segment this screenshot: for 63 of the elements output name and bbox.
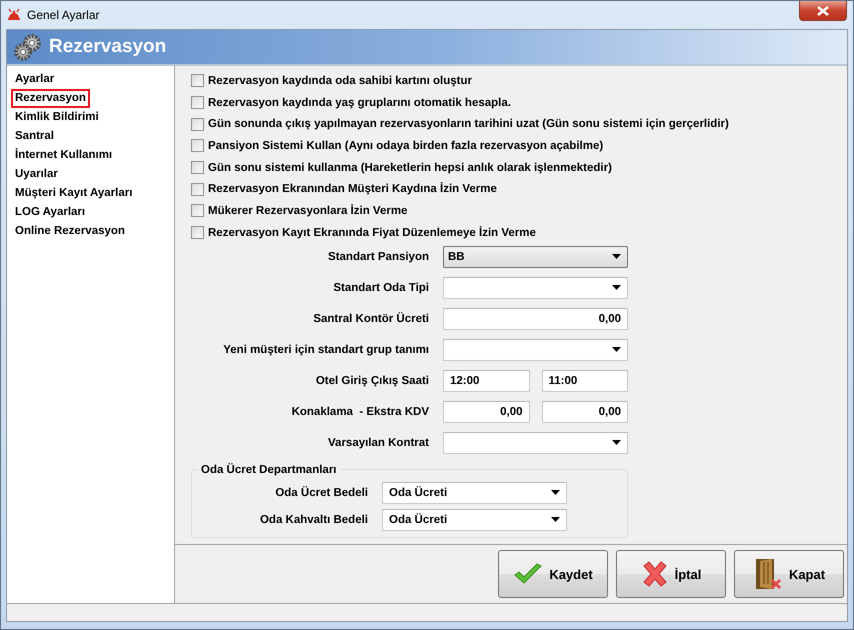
field-label: Otel Giriş Çıkış Saati bbox=[314, 374, 429, 386]
dropdown-arrow-icon[interactable] bbox=[612, 347, 621, 352]
checkbox-label: Gün sonu sistemi kullanma (Hareketlerin hepsi anlık olarak işlenmektedir) bbox=[208, 162, 612, 174]
field-label: Oda Ücret Bedeli bbox=[274, 486, 368, 498]
dropdown-arrow-icon[interactable] bbox=[612, 440, 621, 445]
dropdown-field[interactable]: BB bbox=[443, 246, 628, 268]
sidebar-item[interactable]: Rezervasyon bbox=[11, 89, 90, 108]
checkbox-label: Gün sonunda çıkış yapılmayan rezervasyonların tarihini uzat (Gün sonu sistemi için gerçerlidir) bbox=[208, 118, 729, 130]
dropdown-field[interactable]: Oda Ücreti bbox=[382, 508, 567, 530]
checkbox[interactable] bbox=[191, 226, 204, 240]
dropdown-arrow-icon[interactable] bbox=[551, 490, 560, 495]
checkbox[interactable] bbox=[191, 74, 204, 88]
field-label: Yeni müşteri için standart grup tanımı bbox=[222, 344, 429, 356]
checkbox[interactable] bbox=[191, 161, 204, 174]
sidebar-item[interactable]: Ayarlar bbox=[11, 70, 58, 89]
checkbox-label: Mükerer Rezervasyonlara İzin Verme bbox=[208, 204, 408, 217]
close-icon bbox=[817, 6, 829, 16]
window-title: Genel Ayarlar bbox=[27, 8, 100, 22]
sidebar-item[interactable]: Kimlik Bildirimi bbox=[11, 108, 103, 127]
input-field[interactable]: 0,00 bbox=[542, 400, 628, 422]
dropdown-arrow-icon[interactable] bbox=[612, 254, 621, 259]
field-label: Oda Kahvaltı Bedeli bbox=[258, 514, 368, 526]
dropdown-field[interactable]: Oda Ücreti bbox=[382, 482, 567, 504]
field-label: Standart Oda Tipi bbox=[332, 282, 429, 294]
sidebar-item[interactable]: Online Rezervasyon bbox=[11, 222, 129, 241]
checkbox-label: Pansiyon Sistemi Kullan (Aynı odaya birden fazla rezervasyon açabilme) bbox=[208, 140, 604, 152]
sidebar-item[interactable]: LOG Ayarları bbox=[11, 203, 90, 222]
gears-icon bbox=[13, 33, 43, 61]
checkmark-icon bbox=[513, 563, 544, 585]
checkbox[interactable] bbox=[191, 204, 204, 218]
field-label: Varsayılan Kontrat bbox=[327, 436, 429, 448]
sidebar-item[interactable]: İnternet Kullanımı bbox=[11, 146, 116, 165]
dropdown-field[interactable] bbox=[443, 338, 628, 360]
input-field[interactable]: 0,00 bbox=[443, 400, 530, 422]
cross-icon bbox=[640, 561, 669, 587]
checkbox-label: Rezervasyon Kayıt Ekranında Fiyat Düzenlemeye İzin Verme bbox=[208, 226, 536, 239]
close-button[interactable] bbox=[799, 1, 847, 21]
save-button[interactable]: Kaydet bbox=[498, 550, 608, 598]
dropdown-arrow-icon[interactable] bbox=[612, 285, 621, 290]
field-label: Standart Pansiyon bbox=[327, 250, 429, 262]
dropdown-field[interactable] bbox=[443, 432, 628, 454]
input-field[interactable]: 12:00 bbox=[443, 370, 530, 392]
sidebar-item[interactable]: Santral bbox=[11, 127, 58, 146]
close-button[interactable]: Kapat bbox=[734, 550, 844, 598]
checkbox-label: Rezervasyon kaydında yaş gruplarını otomatik hesapla. bbox=[208, 96, 511, 109]
section-title: Rezervasyon bbox=[49, 36, 166, 58]
input-field[interactable]: 0,00 bbox=[443, 308, 628, 330]
bell-icon bbox=[6, 7, 22, 21]
dropdown-arrow-icon[interactable] bbox=[551, 517, 560, 522]
checkbox-label: Rezervasyon kaydında oda sahibi kartını oluştur bbox=[208, 74, 472, 87]
checkbox[interactable] bbox=[191, 96, 204, 110]
cancel-button[interactable]: İptal bbox=[616, 550, 726, 598]
sidebar-item[interactable]: Müşteri Kayıt Ayarları bbox=[11, 184, 136, 203]
field-label: Konaklama - Ekstra KDV bbox=[290, 406, 429, 418]
checkbox[interactable] bbox=[191, 182, 204, 196]
input-field[interactable]: 11:00 bbox=[542, 370, 628, 392]
checkbox[interactable] bbox=[191, 139, 204, 152]
field-label: Santral Kontör Ücreti bbox=[312, 312, 429, 324]
group-title: Oda Ücret Departmanları bbox=[200, 464, 338, 476]
checkbox[interactable] bbox=[191, 118, 204, 131]
checkbox-label: Rezervasyon Ekranından Müşteri Kaydına İzin Verme bbox=[208, 183, 497, 196]
dropdown-field[interactable] bbox=[443, 276, 628, 298]
sidebar-item[interactable]: Uyarılar bbox=[11, 165, 62, 184]
